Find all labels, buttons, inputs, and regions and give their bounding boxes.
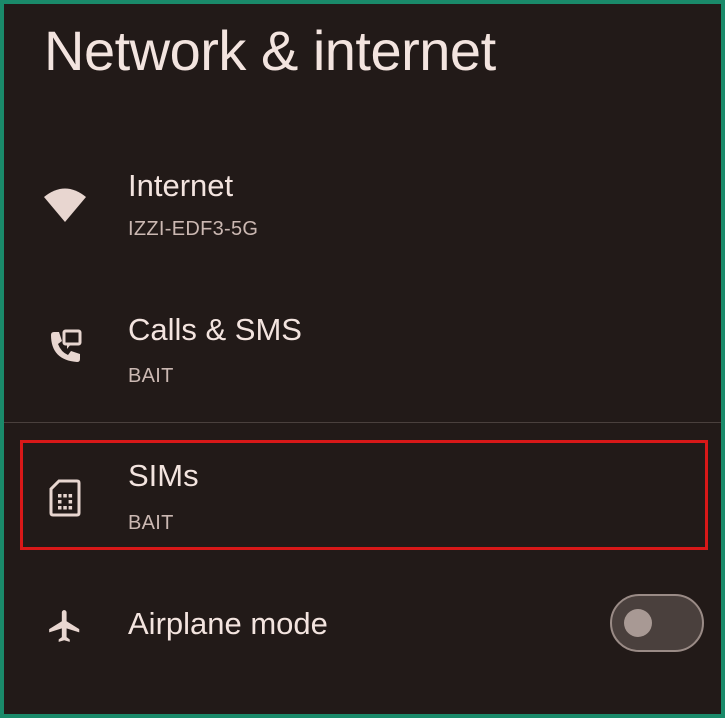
airplane-icon (40, 604, 90, 648)
toggle-knob (624, 609, 652, 637)
calls-sms-title: Calls & SMS (128, 312, 302, 347)
sim-card-icon (40, 476, 90, 520)
internet-subtitle: IZZI-EDF3-5G (128, 218, 259, 240)
calls-sms-item[interactable]: Calls & SMS BAIT (4, 300, 721, 420)
section-divider (4, 422, 721, 423)
sims-subtitle: BAIT (128, 512, 174, 534)
airplane-mode-toggle[interactable] (610, 594, 704, 652)
airplane-mode-title: Airplane mode (128, 606, 328, 641)
wifi-icon (40, 184, 90, 228)
calls-sms-icon (40, 325, 90, 369)
settings-screen: Network & internet Internet IZZI-EDF3-5G… (4, 4, 721, 714)
sims-item[interactable]: SIMs BAIT (4, 444, 721, 549)
sims-title: SIMs (128, 458, 199, 493)
internet-item[interactable]: Internet IZZI-EDF3-5G (4, 154, 721, 274)
calls-sms-subtitle: BAIT (128, 365, 174, 387)
internet-title: Internet (128, 168, 234, 203)
page-title: Network & internet (44, 19, 496, 82)
